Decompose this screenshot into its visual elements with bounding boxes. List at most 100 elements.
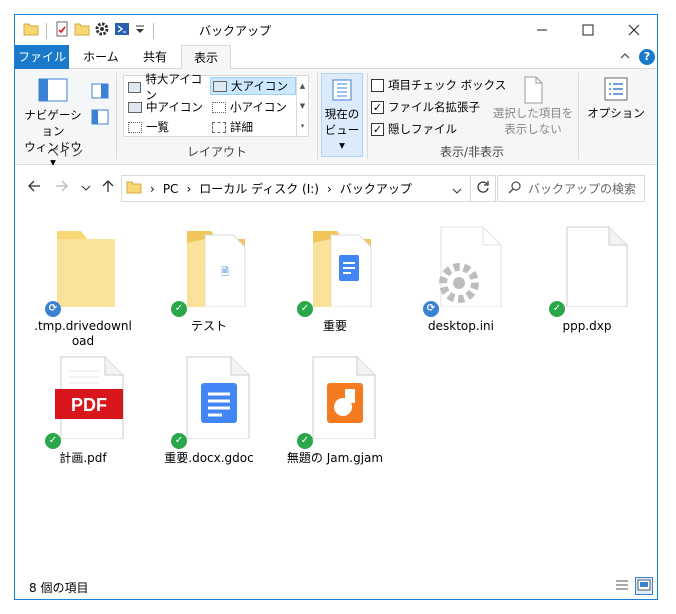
- quick-access-toolbar: [23, 21, 157, 40]
- forward-arrow-icon[interactable]: [55, 179, 69, 197]
- file-name: テスト: [190, 319, 227, 333]
- hidden-files-checkbox[interactable]: ✓: [371, 122, 384, 136]
- toolbar-divider: [153, 22, 154, 39]
- file-extensions-toggle[interactable]: ✓ ファイル名拡張子: [371, 99, 480, 115]
- details-pane-icon[interactable]: [91, 109, 109, 128]
- powershell-icon[interactable]: [114, 21, 130, 40]
- file-item[interactable]: ✓ 無題の Jam.gjam: [277, 353, 393, 466]
- file-thumbnail: ✓: [161, 353, 257, 449]
- search-placeholder: バックアップの検索: [528, 182, 637, 196]
- file-item[interactable]: ⟳ desktop.ini: [403, 221, 519, 334]
- customize-toolbar-icon[interactable]: [134, 21, 146, 40]
- minimize-button[interactable]: [519, 15, 565, 45]
- file-item[interactable]: PDF ✓ 計画.pdf: [25, 353, 141, 466]
- help-icon[interactable]: ?: [639, 49, 655, 65]
- large-icons-icon: [213, 80, 227, 92]
- hidden-files-toggle[interactable]: ✓ 隠しファイル: [371, 121, 457, 137]
- properties-icon[interactable]: [54, 21, 70, 40]
- breadcrumb-separator: ›: [186, 181, 192, 196]
- layout-gallery-scroll[interactable]: ▲ ▼ ▾: [296, 76, 308, 136]
- options-label: オプション: [587, 106, 645, 120]
- refresh-button[interactable]: [470, 175, 496, 202]
- options-button[interactable]: オプション: [581, 73, 651, 121]
- file-name: ppp.dxp: [562, 319, 612, 333]
- maximize-button[interactable]: [565, 15, 611, 45]
- layout-label: 一覧: [146, 120, 169, 134]
- file-extensions-checkbox[interactable]: ✓: [371, 100, 384, 114]
- tab-view[interactable]: 表示: [181, 45, 231, 70]
- file-thumbnail: PDF ✓: [35, 353, 131, 449]
- synced-check-icon: ✓: [171, 433, 187, 449]
- sync-status-icon: ⟳: [423, 301, 439, 317]
- refresh-icon: [476, 180, 490, 197]
- file-list: ⟳ .tmp.drivedownl oad 🗎 ✓ テスト ✓ 重要 ⟳ des…: [15, 211, 657, 571]
- file-item[interactable]: ✓ ppp.dxp: [529, 221, 645, 334]
- explorer-window: バックアップ ファイル ホーム 共有 表示 ? ナビゲーション ウィンドウ ▾: [14, 14, 658, 600]
- small-icons-icon: [212, 101, 226, 113]
- layout-extra-large-icons[interactable]: 特大アイコン: [126, 72, 210, 102]
- current-view-label-2: ビュー▾: [324, 123, 360, 152]
- tab-file[interactable]: ファイル: [15, 45, 69, 69]
- tab-home[interactable]: ホーム: [73, 45, 129, 69]
- layout-label: 詳細: [230, 120, 253, 134]
- file-item[interactable]: ✓ 重要.docx.gdoc: [151, 353, 267, 466]
- toolbar-divider: [46, 22, 47, 39]
- layout-label: 中アイコン: [146, 100, 203, 114]
- file-name: desktop.ini: [428, 319, 494, 333]
- file-name: 重要.docx.gdoc: [164, 451, 254, 465]
- file-thumbnail: ✓: [287, 221, 383, 317]
- ribbon: ナビゲーション ウィンドウ ▾ ペイン 特大アイコン 大アイコン 中アイコン 小…: [15, 69, 657, 169]
- recent-locations-icon[interactable]: [81, 181, 91, 197]
- file-item[interactable]: ⟳ .tmp.drivedownl oad: [25, 221, 141, 349]
- file-thumbnail: ⟳: [35, 221, 131, 317]
- current-view-button[interactable]: 現在の ビュー▾: [321, 73, 363, 157]
- layout-small-icons[interactable]: 小アイコン: [210, 98, 296, 116]
- address-field[interactable]: › PC › ローカル ディスク (I:) › バックアップ: [121, 175, 471, 202]
- file-item[interactable]: 🗎 ✓ テスト: [151, 221, 267, 334]
- layout-details[interactable]: 詳細: [210, 118, 296, 136]
- current-view-label-1: 現在の: [324, 107, 360, 121]
- file-thumbnail: ✓: [287, 353, 383, 449]
- up-arrow-icon[interactable]: [101, 179, 115, 197]
- hidden-files-label: 隠しファイル: [388, 122, 457, 136]
- synced-check-icon: ✓: [45, 433, 61, 449]
- group-divider: [317, 73, 318, 159]
- breadcrumb-backup[interactable]: バックアップ: [340, 180, 412, 197]
- folder-icon: [126, 180, 142, 197]
- breadcrumb-pc[interactable]: PC: [163, 182, 179, 196]
- search-icon: [508, 180, 522, 197]
- layout-label: 小アイコン: [230, 100, 287, 114]
- layout-large-icons[interactable]: 大アイコン: [210, 77, 296, 95]
- navigation-pane-button[interactable]: ナビゲーション ウィンドウ ▾: [21, 75, 85, 169]
- details-view-button[interactable]: [613, 577, 631, 595]
- item-checkboxes-toggle[interactable]: 項目チェック ボックス: [371, 77, 506, 93]
- layout-medium-icons[interactable]: 中アイコン: [126, 98, 210, 116]
- breadcrumb-local-disk[interactable]: ローカル ディスク (I:): [199, 180, 319, 197]
- layout-list[interactable]: 一覧: [126, 118, 210, 136]
- tab-share[interactable]: 共有: [131, 45, 179, 69]
- current-view-icon: [330, 78, 354, 102]
- large-icons-view-button[interactable]: [635, 577, 653, 595]
- breadcrumb-separator: ›: [327, 181, 332, 196]
- medium-icons-icon: [128, 101, 142, 113]
- chevron-up-icon[interactable]: [619, 50, 631, 65]
- file-name: 計画.pdf: [59, 451, 107, 465]
- preview-pane-icon[interactable]: [91, 83, 109, 102]
- address-history-icon[interactable]: [452, 185, 462, 199]
- layout-gallery: 特大アイコン 大アイコン 中アイコン 小アイコン 一覧 詳細 ▲ ▼ ▾: [123, 72, 309, 137]
- sync-status-icon: ⟳: [45, 301, 61, 317]
- item-checkboxes-label: 項目チェック ボックス: [388, 78, 507, 92]
- title-bar: バックアップ: [15, 15, 657, 45]
- new-folder-icon[interactable]: [74, 21, 90, 40]
- synced-check-icon: ✓: [297, 433, 313, 449]
- back-arrow-icon[interactable]: [27, 179, 41, 197]
- hide-selected-items-button[interactable]: 選択した項目を 表示しない: [491, 73, 575, 137]
- layout-label: 大アイコン: [231, 79, 288, 93]
- item-checkboxes-checkbox[interactable]: [371, 78, 384, 92]
- group-divider: [578, 73, 579, 159]
- search-input[interactable]: バックアップの検索: [497, 175, 645, 202]
- nav-pane-label-1: ナビゲーション: [24, 108, 82, 138]
- close-button[interactable]: [611, 15, 657, 45]
- gear-icon[interactable]: [94, 21, 110, 40]
- file-item[interactable]: ✓ 重要: [277, 221, 393, 334]
